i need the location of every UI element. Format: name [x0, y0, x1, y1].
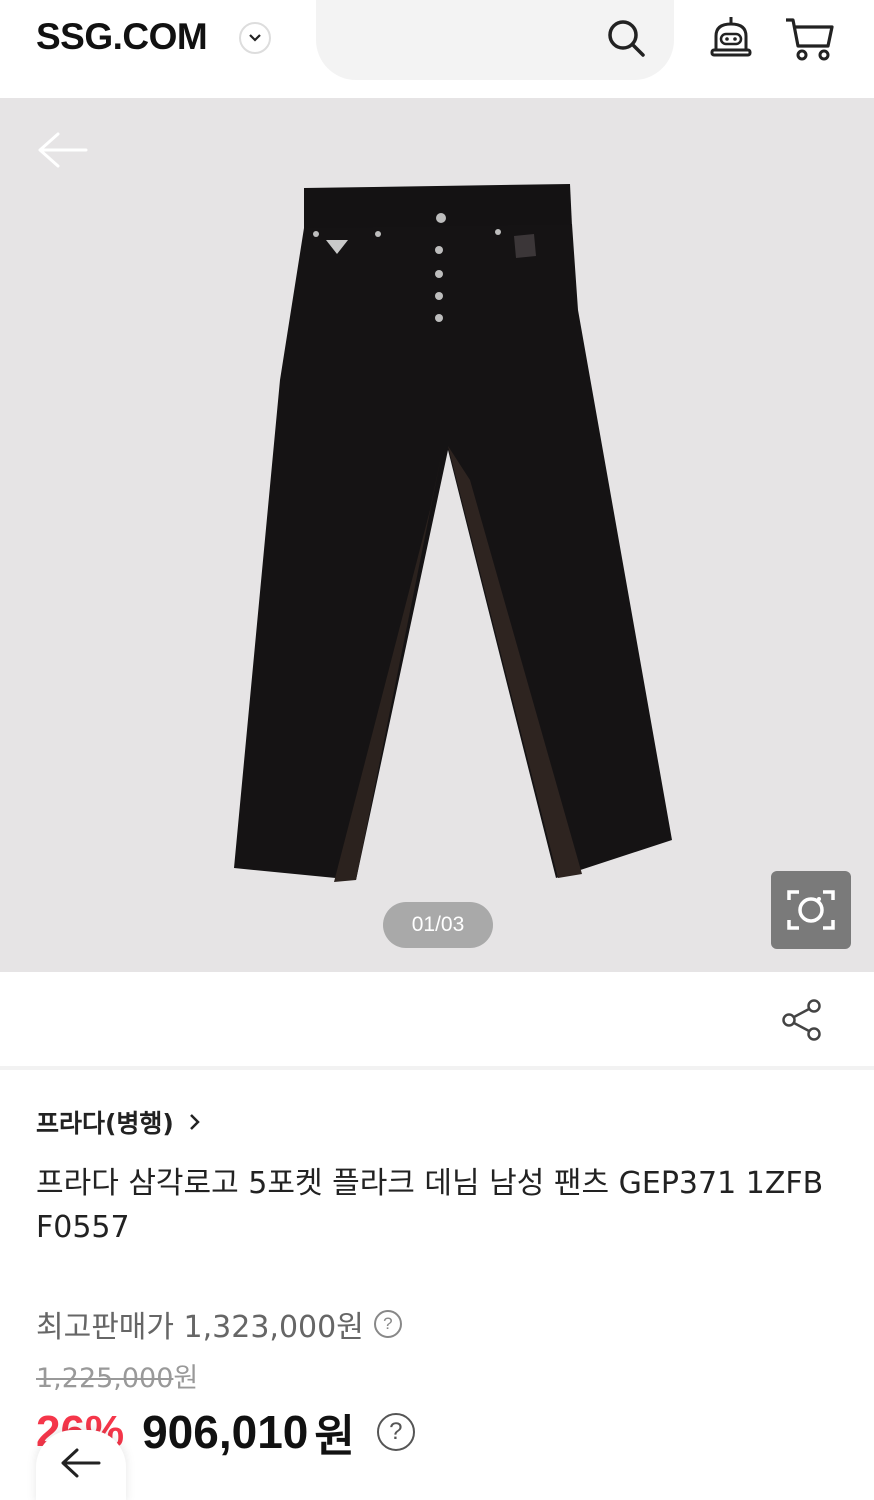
cart-icon[interactable] [784, 14, 836, 62]
original-price-value: 1,225,000 [36, 1363, 174, 1394]
help-icon[interactable]: ? [373, 1310, 402, 1338]
header: SSG.COM [0, 0, 874, 98]
max-price-row: 최고판매가 1,323,000원 ? [36, 1302, 402, 1346]
chevron-right-icon [189, 1114, 200, 1130]
sale-price-unit: 원 [314, 1411, 355, 1462]
ssg-logo[interactable]: SSG.COM [36, 16, 208, 58]
section-divider [0, 1066, 874, 1070]
brand-name: 프라다(병행) [36, 1109, 174, 1138]
lens-search-button[interactable] [771, 871, 851, 949]
bell-icon[interactable] [708, 14, 754, 62]
search-box[interactable] [316, 0, 674, 80]
sale-price: 906,010 [142, 1406, 309, 1458]
chevron-down-icon[interactable] [239, 22, 271, 54]
original-price: 1,225,000원 [36, 1356, 198, 1395]
max-price-label: 최고판매가 1,323,000원 [36, 1310, 364, 1345]
share-icon[interactable] [780, 998, 824, 1042]
brand-link[interactable]: 프라다(병행) [36, 1104, 202, 1140]
arrow-left-icon [61, 1448, 101, 1478]
arrow-left-icon[interactable] [36, 130, 88, 170]
product-image [234, 184, 672, 882]
image-page-indicator: 01/03 [383, 902, 493, 948]
camera-lens-icon [787, 890, 835, 930]
original-price-unit: 원 [173, 1363, 199, 1394]
product-title: 프라다 삼각로고 5포켓 플라크 데님 남성 팬츠 GEP371 1ZFB F0… [36, 1166, 824, 1245]
floating-back-button[interactable] [36, 1430, 126, 1500]
search-icon[interactable] [604, 16, 648, 60]
price-help-icon[interactable]: ? [376, 1413, 415, 1451]
